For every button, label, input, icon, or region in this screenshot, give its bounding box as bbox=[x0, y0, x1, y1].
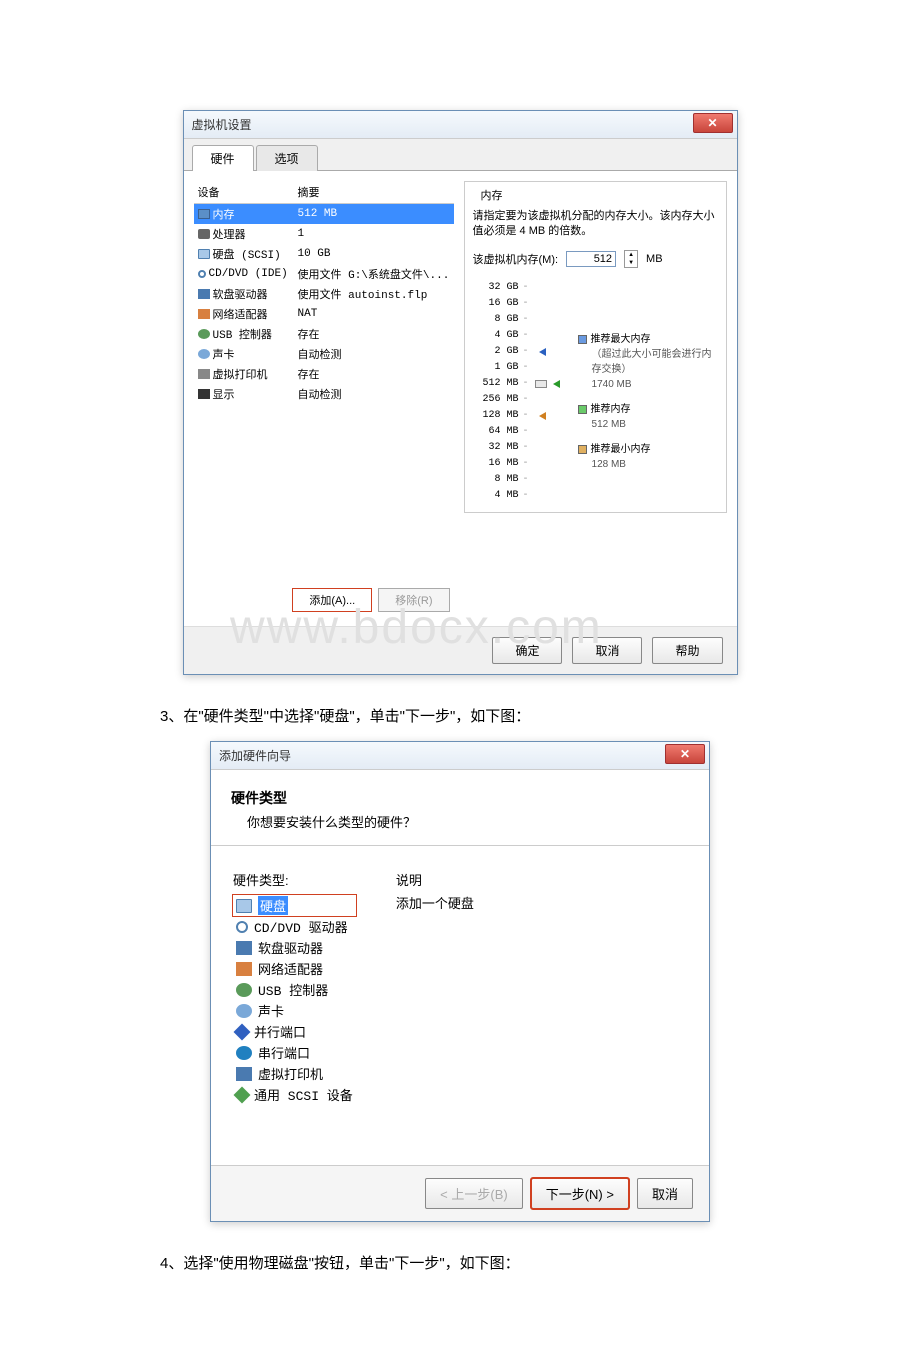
display-icon bbox=[198, 389, 210, 399]
help-button[interactable]: 帮助 bbox=[652, 637, 722, 664]
legend-min-icon bbox=[578, 445, 587, 454]
hw-item-usb[interactable]: USB 控制器 bbox=[233, 979, 356, 1000]
tabs: 硬件 选项 bbox=[184, 139, 737, 171]
hardware-list-label: 硬件类型: bbox=[233, 870, 356, 889]
parallel-icon bbox=[234, 1023, 251, 1040]
hw-item-sound[interactable]: 声卡 bbox=[233, 1000, 356, 1021]
floppy-icon bbox=[236, 941, 252, 955]
slider-handle[interactable] bbox=[535, 380, 547, 388]
device-row-disk[interactable]: 硬盘 (SCSI) 10 GB bbox=[194, 244, 454, 264]
usb-icon bbox=[198, 329, 210, 339]
device-row-network[interactable]: 网络适配器 NAT bbox=[194, 304, 454, 324]
device-list-panel: 设备 摘要 内存 512 MB 处理器 1 硬盘 (SCSI) 10 GB bbox=[194, 181, 454, 616]
network-icon bbox=[198, 309, 210, 319]
serial-icon bbox=[236, 1046, 252, 1060]
marker-max-icon bbox=[539, 348, 546, 356]
hw-item-disk[interactable]: 硬盘 bbox=[233, 895, 356, 916]
add-hardware-wizard: 添加硬件向导 ✕ 硬件类型 你想要安装什么类型的硬件？ 硬件类型: 硬盘 CD/… bbox=[210, 741, 710, 1222]
titlebar: 虚拟机设置 ✕ bbox=[184, 111, 737, 139]
hw-item-floppy[interactable]: 软盘驱动器 bbox=[233, 937, 356, 958]
floppy-icon bbox=[198, 289, 210, 299]
spinner-buttons[interactable]: ▲▼ bbox=[624, 250, 638, 268]
memory-input-label: 该虚拟机内存(M): bbox=[473, 251, 559, 267]
memory-input[interactable] bbox=[566, 251, 616, 267]
hw-item-scsi[interactable]: 通用 SCSI 设备 bbox=[233, 1084, 356, 1105]
memory-fieldset-title: 内存 bbox=[477, 187, 507, 203]
hw-item-parallel[interactable]: 并行端口 bbox=[233, 1021, 356, 1042]
sound-icon bbox=[198, 349, 210, 359]
memory-legends: 推荐最大内存 （超过此大小可能会进行内存交换） 1740 MB 推荐内存 512… bbox=[578, 280, 718, 504]
description-text: 添加一个硬盘 bbox=[396, 893, 687, 912]
cd-icon bbox=[198, 270, 206, 278]
device-row-printer[interactable]: 虚拟打印机 存在 bbox=[194, 364, 454, 384]
wizard-header: 硬件类型 bbox=[231, 788, 689, 808]
device-row-cpu[interactable]: 处理器 1 bbox=[194, 224, 454, 244]
hw-item-serial[interactable]: 串行端口 bbox=[233, 1042, 356, 1063]
hw-item-cd[interactable]: CD/DVD 驱动器 bbox=[233, 916, 356, 937]
disk-icon bbox=[198, 249, 210, 259]
watermark: www.bdocx.com bbox=[230, 600, 603, 655]
col-summary: 摘要 bbox=[298, 184, 320, 200]
hw-item-network[interactable]: 网络适配器 bbox=[233, 958, 356, 979]
cpu-icon bbox=[198, 229, 210, 239]
sound-icon bbox=[236, 1004, 252, 1018]
vm-settings-dialog: 虚拟机设置 ✕ 硬件 选项 设备 摘要 内存 512 MB 处 bbox=[183, 110, 738, 675]
memory-unit: MB bbox=[646, 253, 663, 265]
step3-text: 3、在"硬件类型"中选择"硬盘"，单击"下一步"，如下图： bbox=[160, 705, 780, 729]
wizard-subtitle: 你想要安装什么类型的硬件？ bbox=[247, 812, 689, 831]
wizard-close-button[interactable]: ✕ bbox=[665, 744, 705, 764]
close-button[interactable]: ✕ bbox=[693, 113, 733, 133]
description-label: 说明 bbox=[396, 870, 687, 889]
disk-icon bbox=[236, 899, 252, 913]
printer-icon bbox=[198, 369, 210, 379]
step4-text: 4、选择"使用物理磁盘"按钮，单击"下一步"，如下图： bbox=[160, 1252, 780, 1276]
tab-options[interactable]: 选项 bbox=[256, 145, 318, 171]
dialog-title: 虚拟机设置 bbox=[192, 116, 252, 133]
usb-icon bbox=[236, 983, 252, 997]
memory-scale: 32 GB- 16 GB- 8 GB- 4 GB- 2 GB- 1 GB- 51… bbox=[473, 280, 560, 504]
cd-icon bbox=[236, 921, 248, 933]
back-button[interactable]: < 上一步(B) bbox=[425, 1178, 523, 1209]
device-row-memory[interactable]: 内存 512 MB bbox=[194, 204, 454, 224]
tab-hardware[interactable]: 硬件 bbox=[192, 145, 254, 171]
wizard-titlebar: 添加硬件向导 ✕ bbox=[211, 742, 709, 770]
legend-max-icon bbox=[578, 335, 587, 344]
wizard-title: 添加硬件向导 bbox=[219, 747, 291, 764]
memory-icon bbox=[198, 209, 210, 219]
device-row-sound[interactable]: 声卡 自动检测 bbox=[194, 344, 454, 364]
wizard-cancel-button[interactable]: 取消 bbox=[637, 1178, 693, 1209]
printer-icon bbox=[236, 1067, 252, 1081]
device-row-floppy[interactable]: 软盘驱动器 使用文件 autoinst.flp bbox=[194, 284, 454, 304]
memory-description: 请指定要为该虚拟机分配的内存大小。该内存大小值必须是 4 MB 的倍数。 bbox=[473, 209, 718, 240]
device-row-cd[interactable]: CD/DVD (IDE) 使用文件 G:\系统盘文件\... bbox=[194, 264, 454, 284]
next-button[interactable]: 下一步(N) > bbox=[531, 1178, 629, 1209]
hw-item-printer[interactable]: 虚拟打印机 bbox=[233, 1063, 356, 1084]
device-row-display[interactable]: 显示 自动检测 bbox=[194, 384, 454, 404]
marker-min-icon bbox=[539, 412, 546, 420]
hardware-list: 硬盘 CD/DVD 驱动器 软盘驱动器 网络适配器 USB 控制器 声卡 并行端… bbox=[233, 895, 356, 1105]
marker-rec-icon bbox=[553, 380, 560, 388]
legend-rec-icon bbox=[578, 405, 587, 414]
device-row-usb[interactable]: USB 控制器 存在 bbox=[194, 324, 454, 344]
col-device: 设备 bbox=[198, 184, 298, 200]
scsi-icon bbox=[234, 1086, 251, 1103]
memory-panel: 内存 请指定要为该虚拟机分配的内存大小。该内存大小值必须是 4 MB 的倍数。 … bbox=[464, 181, 727, 616]
network-icon bbox=[236, 962, 252, 976]
